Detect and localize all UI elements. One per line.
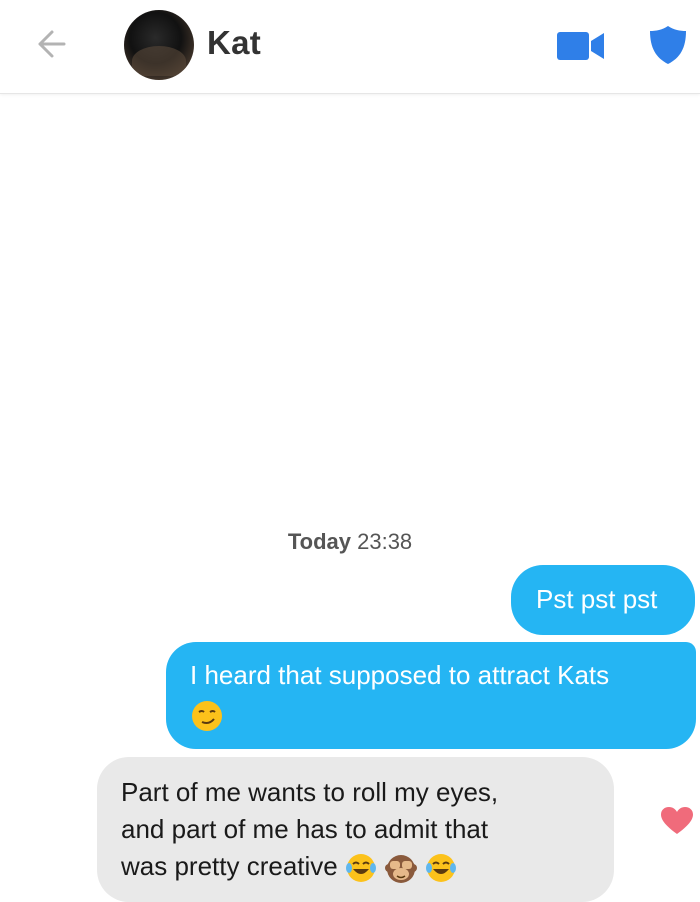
timestamp-day: Today	[287, 529, 351, 554]
avatar[interactable]	[124, 10, 194, 80]
shield-icon	[650, 26, 686, 64]
heart-icon	[661, 807, 693, 834]
back-arrow-icon	[38, 30, 66, 58]
video-camera-icon	[557, 32, 604, 60]
outgoing-message[interactable]: I heard that supposed to attract Kats	[166, 642, 696, 749]
outgoing-message[interactable]: Pst pst pst	[511, 565, 695, 635]
see-no-evil-monkey-emoji	[385, 855, 418, 884]
message-line-3: was pretty creative	[121, 851, 338, 881]
timestamp-time: 23:38	[357, 529, 413, 554]
smirk-face-emoji	[192, 701, 222, 732]
message-line-1: Part of me wants to roll my eyes,	[121, 777, 499, 807]
tears-of-joy-emoji	[426, 854, 457, 883]
safety-shield-button[interactable]	[648, 24, 688, 66]
message-text: Pst pst pst	[536, 584, 658, 614]
message-line-2: and part of me has to admit that	[121, 814, 489, 844]
message-text: I heard that supposed to attract Kats	[190, 660, 610, 690]
video-call-button[interactable]	[556, 30, 606, 62]
contact-name[interactable]: Kat	[207, 24, 261, 62]
incoming-message[interactable]: Part of me wants to roll my eyes, and pa…	[97, 757, 614, 902]
chat-header: Kat	[0, 0, 700, 94]
tears-of-joy-emoji	[345, 854, 376, 883]
like-message-button[interactable]	[660, 806, 694, 836]
back-button[interactable]	[28, 28, 68, 60]
message-timestamp: Today 23:38	[0, 529, 700, 555]
